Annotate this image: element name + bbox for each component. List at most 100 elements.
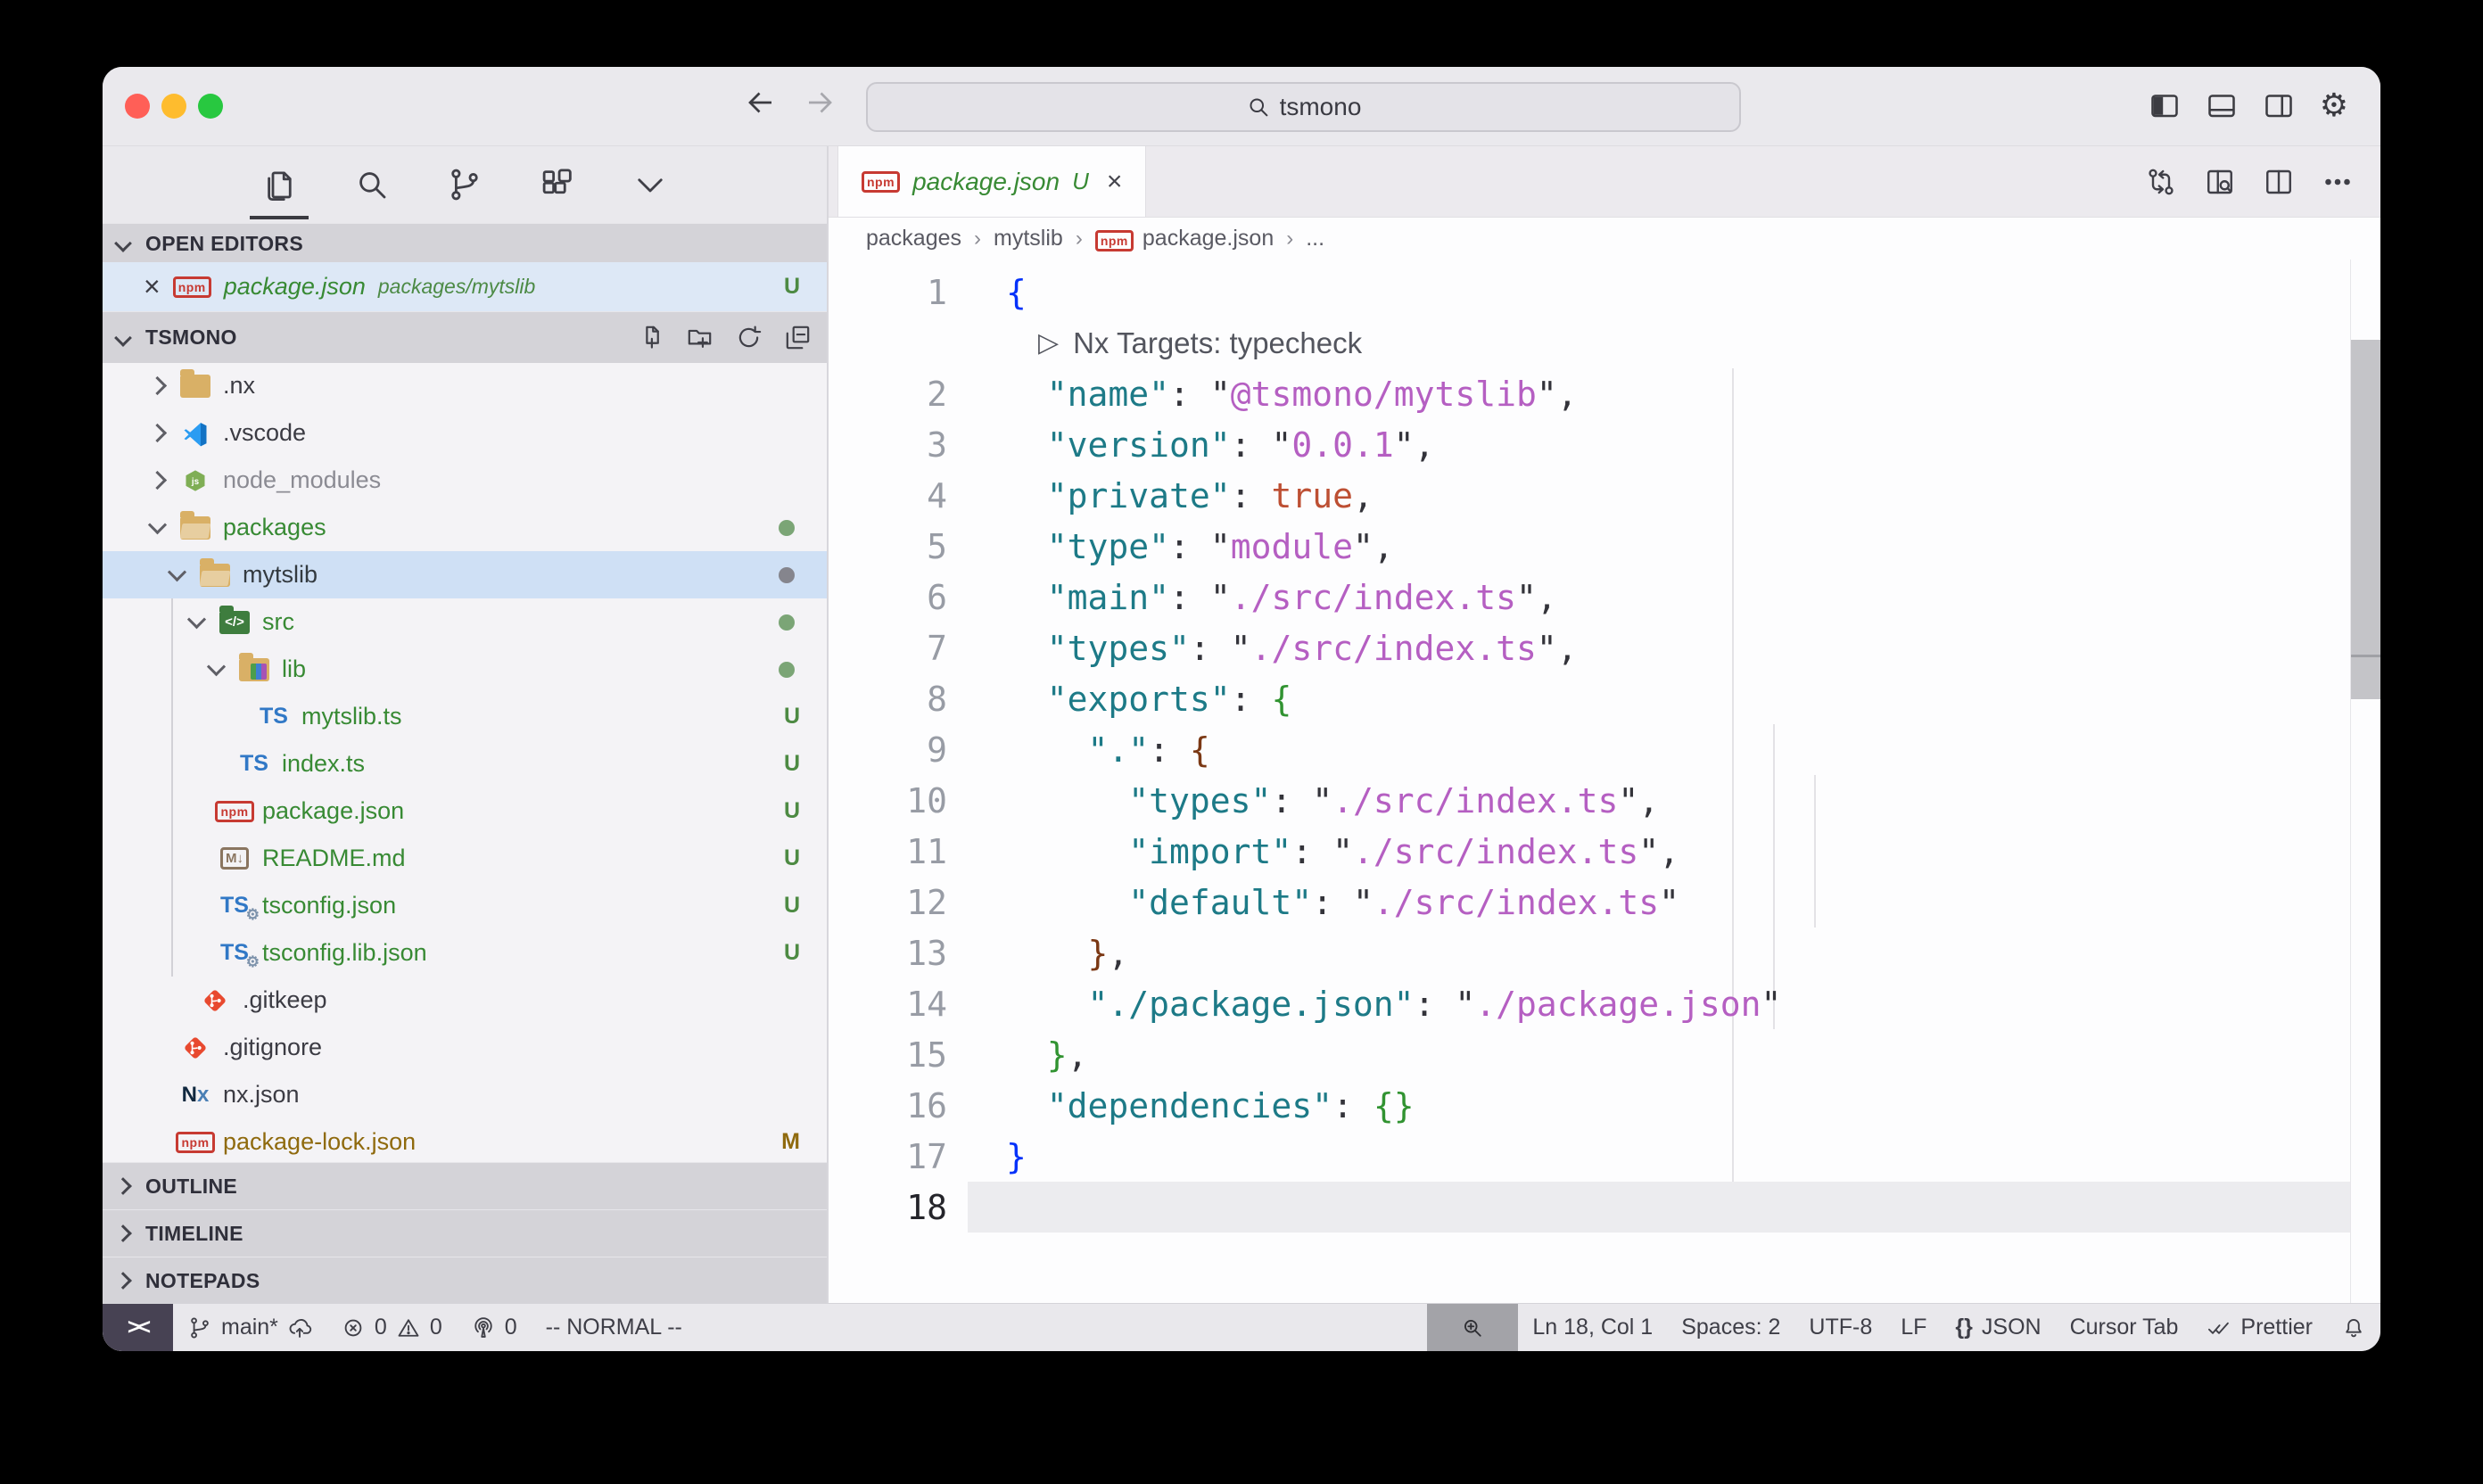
status-vim-mode[interactable]: -- NORMAL -- (532, 1304, 697, 1351)
breadcrumb-item[interactable]: mytslib (994, 226, 1063, 251)
code-editor[interactable]: 1{▷Nx Targets: typecheck2 "name": "@tsmo… (829, 260, 2380, 1304)
status-cursor-position[interactable]: Ln 18, Col 1 (1518, 1304, 1667, 1351)
settings-gear-icon[interactable]: ⚙ (2320, 87, 2348, 124)
toggle-primary-sidebar-icon[interactable] (2149, 89, 2181, 121)
line-number: 8 (829, 680, 947, 719)
tree-item-package-lock-json[interactable]: npmpackage-lock.jsonM (103, 1118, 827, 1166)
open-preview-icon[interactable] (2204, 166, 2236, 198)
tree-item--nx[interactable]: .nx (103, 362, 827, 409)
go-back-button[interactable] (745, 87, 777, 119)
line-number: 17 (829, 1137, 947, 1176)
status-formatter[interactable]: Prettier (2192, 1304, 2327, 1351)
code-line-11: 11 "import": "./src/index.ts", (829, 826, 2380, 877)
activity-explorer[interactable] (253, 161, 305, 209)
minimize-window-button[interactable] (161, 94, 186, 119)
status-problems[interactable]: 00 (326, 1304, 457, 1351)
tree-item-mytslib[interactable]: mytslib (103, 551, 827, 598)
toggle-panel-icon[interactable] (2206, 89, 2238, 121)
npm-icon: npm (862, 171, 900, 193)
tree-item-tsconfig-json[interactable]: TS⚙tsconfig.jsonU (103, 882, 827, 929)
status-zoom-indicator[interactable] (1427, 1304, 1518, 1351)
refresh-icon[interactable] (734, 323, 763, 352)
close-editor-icon[interactable]: × (144, 270, 161, 303)
section-timeline[interactable]: TIMELINE (103, 1209, 827, 1257)
tab-package-json[interactable]: npm package.json U × (837, 146, 1146, 217)
section-notepads[interactable]: NOTEPADS (103, 1257, 827, 1304)
toggle-secondary-sidebar-icon[interactable] (2263, 89, 2295, 121)
window-controls (125, 94, 223, 119)
open-editor-description: packages/mytslib (378, 275, 535, 299)
tree-item-tsconfig-lib-json[interactable]: TS⚙tsconfig.lib.jsonU (103, 929, 827, 977)
npm-icon: npm (173, 276, 211, 298)
command-center-search[interactable]: tsmono (866, 82, 1741, 132)
status-text: main* (221, 1315, 278, 1340)
line-number: 9 (829, 730, 947, 770)
chevron-down-icon (114, 235, 132, 252)
activity-more-views[interactable] (624, 161, 676, 209)
line-number: 16 (829, 1086, 947, 1125)
status-remote-indicator[interactable]: >< (103, 1304, 173, 1351)
tree-item-node-modules[interactable]: jsnode_modules (103, 457, 827, 504)
new-file-icon[interactable] (636, 323, 665, 352)
status-ports[interactable]: 0 (457, 1304, 532, 1351)
scrollbar-thumb[interactable] (2351, 340, 2380, 699)
tree-item-mytslib-ts[interactable]: TSmytslib.tsU (103, 693, 827, 740)
line-number: 11 (829, 832, 947, 871)
status-notifications[interactable] (2327, 1304, 2380, 1351)
more-actions-icon[interactable] (2322, 166, 2354, 198)
collapse-all-icon[interactable] (783, 323, 813, 352)
explorer-header[interactable]: TSMONO (103, 311, 827, 363)
breadcrumb-item[interactable]: ... (1306, 226, 1324, 251)
split-editor-icon[interactable] (2263, 166, 2295, 198)
tree-item-src[interactable]: </>src (103, 598, 827, 646)
tree-item--gitkeep[interactable]: .gitkeep (103, 977, 827, 1024)
tree-item-readme-md[interactable]: M↓README.mdU (103, 835, 827, 882)
tree-item--vscode[interactable]: .vscode (103, 409, 827, 457)
status-cursor-tab[interactable]: Cursor Tab (2056, 1304, 2193, 1351)
modified-dot-badge (779, 662, 795, 678)
breadcrumb: packages›mytslib›npmpackage.json›... (829, 218, 2380, 260)
activity-extensions[interactable] (532, 161, 583, 209)
tree-item-lib[interactable]: lib (103, 646, 827, 693)
status-indentation[interactable]: Spaces: 2 (1667, 1304, 1794, 1351)
git-status-badge: U (784, 751, 800, 777)
tree-item-nx-json[interactable]: Nxnx.json (103, 1071, 827, 1118)
file-tree: .nx.vscodejsnode_modulespackagesmytslib<… (103, 362, 827, 1166)
line-number: 15 (829, 1035, 947, 1075)
activity-search[interactable] (346, 161, 398, 209)
open-changes-icon[interactable] (2145, 166, 2177, 198)
tree-item-package-json[interactable]: npmpackage.jsonU (103, 787, 827, 835)
status-eol[interactable]: LF (1886, 1304, 1941, 1351)
status-text: Spaces: 2 (1681, 1315, 1780, 1340)
ts-gear-icon: TS⚙ (218, 893, 252, 919)
search-value: tsmono (1280, 93, 1362, 121)
status-encoding[interactable]: UTF-8 (1794, 1304, 1886, 1351)
section-outline[interactable]: OUTLINE (103, 1162, 827, 1209)
open-editor-item[interactable]: ×npmpackage.jsonpackages/mytslibU (103, 262, 827, 311)
bell-icon (2341, 1315, 2366, 1340)
status-git-branch[interactable]: main* (173, 1304, 326, 1351)
close-tab-icon[interactable]: × (1107, 167, 1123, 197)
node-icon: js (178, 468, 212, 493)
tree-item-packages[interactable]: packages (103, 504, 827, 551)
code-line-9: 9 ".": { (829, 724, 2380, 775)
desktop: tsmono ⚙ OPEN EDITORS × (0, 0, 2483, 1484)
close-window-button[interactable] (125, 94, 150, 119)
codelens-run-target[interactable]: ▷Nx Targets: typecheck (1038, 326, 1362, 360)
tab-label: package.json (912, 168, 1060, 196)
chevron-down-icon (114, 329, 132, 347)
tree-item-label: index.ts (282, 750, 365, 778)
zoom-window-button[interactable] (198, 94, 223, 119)
tree-item--gitignore[interactable]: .gitignore (103, 1024, 827, 1071)
breadcrumb-item[interactable]: packages (866, 226, 961, 251)
open-editors-header[interactable]: OPEN EDITORS (103, 223, 827, 263)
search-icon (1246, 95, 1271, 120)
activity-source-control[interactable] (439, 161, 491, 209)
status-language-mode[interactable]: {}JSON (1941, 1304, 2055, 1351)
new-folder-icon[interactable] (685, 323, 714, 352)
play-icon: ▷ (1038, 327, 1059, 359)
tree-item-index-ts[interactable]: TSindex.tsU (103, 740, 827, 787)
breadcrumb-item[interactable]: npmpackage.json (1095, 226, 1274, 251)
go-forward-button[interactable] (804, 87, 836, 119)
status-text: Ln 18, Col 1 (1532, 1315, 1653, 1340)
